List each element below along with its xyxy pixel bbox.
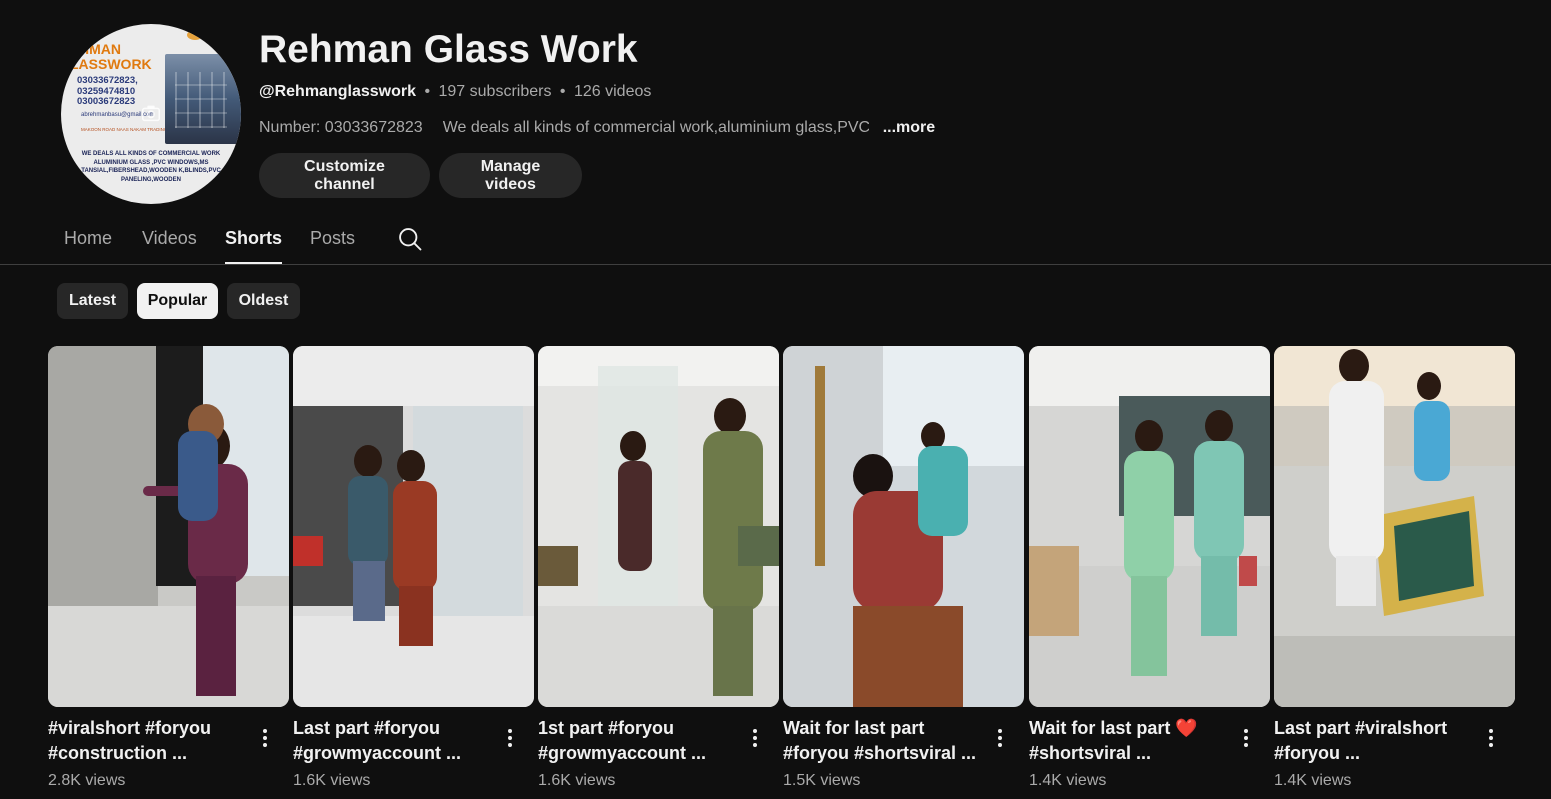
avatar-phone: 03003672823 bbox=[77, 96, 136, 107]
short-thumbnail[interactable] bbox=[1274, 346, 1515, 707]
short-title[interactable]: 1st part #foryou #growmyaccount ... bbox=[538, 716, 738, 766]
short-views: 1.6K views bbox=[538, 772, 616, 789]
short-item[interactable]: Last part #viralshort #foryou ... 1.4K v… bbox=[1274, 346, 1515, 796]
channel-description-text: We deals all kinds of commercial work,al… bbox=[442, 119, 869, 136]
more-vert-icon[interactable] bbox=[500, 726, 520, 750]
short-title-line: 1st part #foryou bbox=[538, 718, 675, 738]
meta-separator: • bbox=[424, 83, 431, 100]
short-thumbnail[interactable] bbox=[1029, 346, 1270, 707]
avatar-logo-line1: HMAN bbox=[79, 41, 121, 57]
short-title-line: Last part #viralshort bbox=[1274, 718, 1448, 738]
short-title-line: #foryou ... bbox=[1274, 743, 1361, 763]
short-thumbnail[interactable] bbox=[48, 346, 289, 707]
short-title-line: #construction ... bbox=[48, 743, 188, 763]
avatar-building-image bbox=[165, 54, 241, 144]
short-title-line: #growmyaccount ... bbox=[293, 743, 462, 763]
short-views: 1.4K views bbox=[1274, 772, 1352, 789]
short-views: 2.8K views bbox=[48, 772, 126, 789]
more-link[interactable]: ...more bbox=[883, 119, 935, 136]
channel-handle: @Rehmanglasswork bbox=[259, 83, 416, 100]
short-title-line: #foryou #shortsviral ... bbox=[783, 743, 977, 763]
channel-number: Number: 03033672823 bbox=[259, 119, 423, 136]
short-views: 1.6K views bbox=[293, 772, 371, 789]
channel-avatar[interactable]: HMAN LASSWORK 03033672823, 03259474810 0… bbox=[61, 24, 241, 204]
short-title-line: #shortsviral ... bbox=[1029, 743, 1152, 763]
channel-meta: @Rehmanglasswork • 197 subscribers • 126… bbox=[259, 82, 651, 102]
short-views: 1.4K views bbox=[1029, 772, 1107, 789]
short-item[interactable]: #viralshort #foryou #construction ... 2.… bbox=[48, 346, 289, 796]
tab-shorts[interactable]: Shorts bbox=[225, 226, 283, 264]
short-title[interactable]: Wait for last part #foryou #shortsviral … bbox=[783, 716, 983, 766]
avatar-logo-line2: LASSWORK bbox=[70, 56, 152, 72]
chip-popular[interactable]: Popular bbox=[137, 283, 218, 319]
short-thumbnail[interactable] bbox=[293, 346, 534, 707]
short-title-text: Wait for last part bbox=[1029, 718, 1171, 738]
channel-tabs: Home Videos Shorts Posts bbox=[0, 215, 1551, 265]
subscriber-count: 197 subscribers bbox=[438, 83, 552, 100]
avatar-phone: 03033672823, bbox=[77, 75, 138, 86]
short-item[interactable]: Wait for last part #foryou #shortsviral … bbox=[783, 346, 1024, 796]
channel-description[interactable]: Number: 03033672823 We deals all kinds of… bbox=[259, 118, 935, 138]
tab-posts[interactable]: Posts bbox=[310, 226, 355, 264]
avatar-accent bbox=[187, 30, 203, 40]
short-title[interactable]: #viralshort #foryou #construction ... bbox=[48, 716, 248, 766]
camera-icon[interactable] bbox=[140, 102, 162, 124]
more-vert-icon[interactable] bbox=[990, 726, 1010, 750]
avatar-description: WE DEALS ALL KINDS OF COMMERCIAL WORK AL… bbox=[81, 151, 221, 183]
short-views: 1.5K views bbox=[783, 772, 861, 789]
short-title-line: Wait for last part ❤️ bbox=[1029, 716, 1229, 741]
tab-home[interactable]: Home bbox=[64, 226, 112, 264]
short-title-line: Last part #foryou bbox=[293, 718, 441, 738]
tab-videos[interactable]: Videos bbox=[142, 226, 197, 264]
more-vert-icon[interactable] bbox=[1481, 726, 1501, 750]
short-title[interactable]: Wait for last part ❤️ #shortsviral ... bbox=[1029, 716, 1229, 766]
more-vert-icon[interactable] bbox=[745, 726, 765, 750]
short-item[interactable]: Last part #foryou #growmyaccount ... 1.6… bbox=[293, 346, 534, 796]
short-title[interactable]: Last part #viralshort #foryou ... bbox=[1274, 716, 1474, 766]
short-title-line: #growmyaccount ... bbox=[538, 743, 707, 763]
channel-header: HMAN LASSWORK 03033672823, 03259474810 0… bbox=[0, 0, 1551, 215]
short-thumbnail[interactable] bbox=[538, 346, 779, 707]
manage-videos-button[interactable]: Manage videos bbox=[439, 153, 582, 198]
more-vert-icon[interactable] bbox=[1236, 726, 1256, 750]
heart-icon: ❤️ bbox=[1175, 718, 1198, 738]
chip-latest[interactable]: Latest bbox=[57, 283, 128, 319]
search-icon[interactable] bbox=[396, 225, 424, 253]
meta-separator: • bbox=[559, 83, 566, 100]
video-count: 126 videos bbox=[573, 83, 652, 100]
more-vert-icon[interactable] bbox=[255, 726, 275, 750]
customize-channel-button[interactable]: Customize channel bbox=[259, 153, 430, 198]
short-thumbnail[interactable] bbox=[783, 346, 1024, 707]
short-item[interactable]: Wait for last part ❤️ #shortsviral ... 1… bbox=[1029, 346, 1270, 796]
channel-title: Rehman Glass Work bbox=[259, 28, 638, 71]
short-item[interactable]: 1st part #foryou #growmyaccount ... 1.6K… bbox=[538, 346, 779, 796]
short-title[interactable]: Last part #foryou #growmyaccount ... bbox=[293, 716, 493, 766]
avatar-phones: 03033672823, 03259474810 03003672823 bbox=[77, 75, 138, 108]
short-title-line: Wait for last part bbox=[783, 718, 925, 738]
chip-oldest[interactable]: Oldest bbox=[227, 283, 300, 319]
short-title-line: #viralshort #foryou bbox=[48, 718, 212, 738]
